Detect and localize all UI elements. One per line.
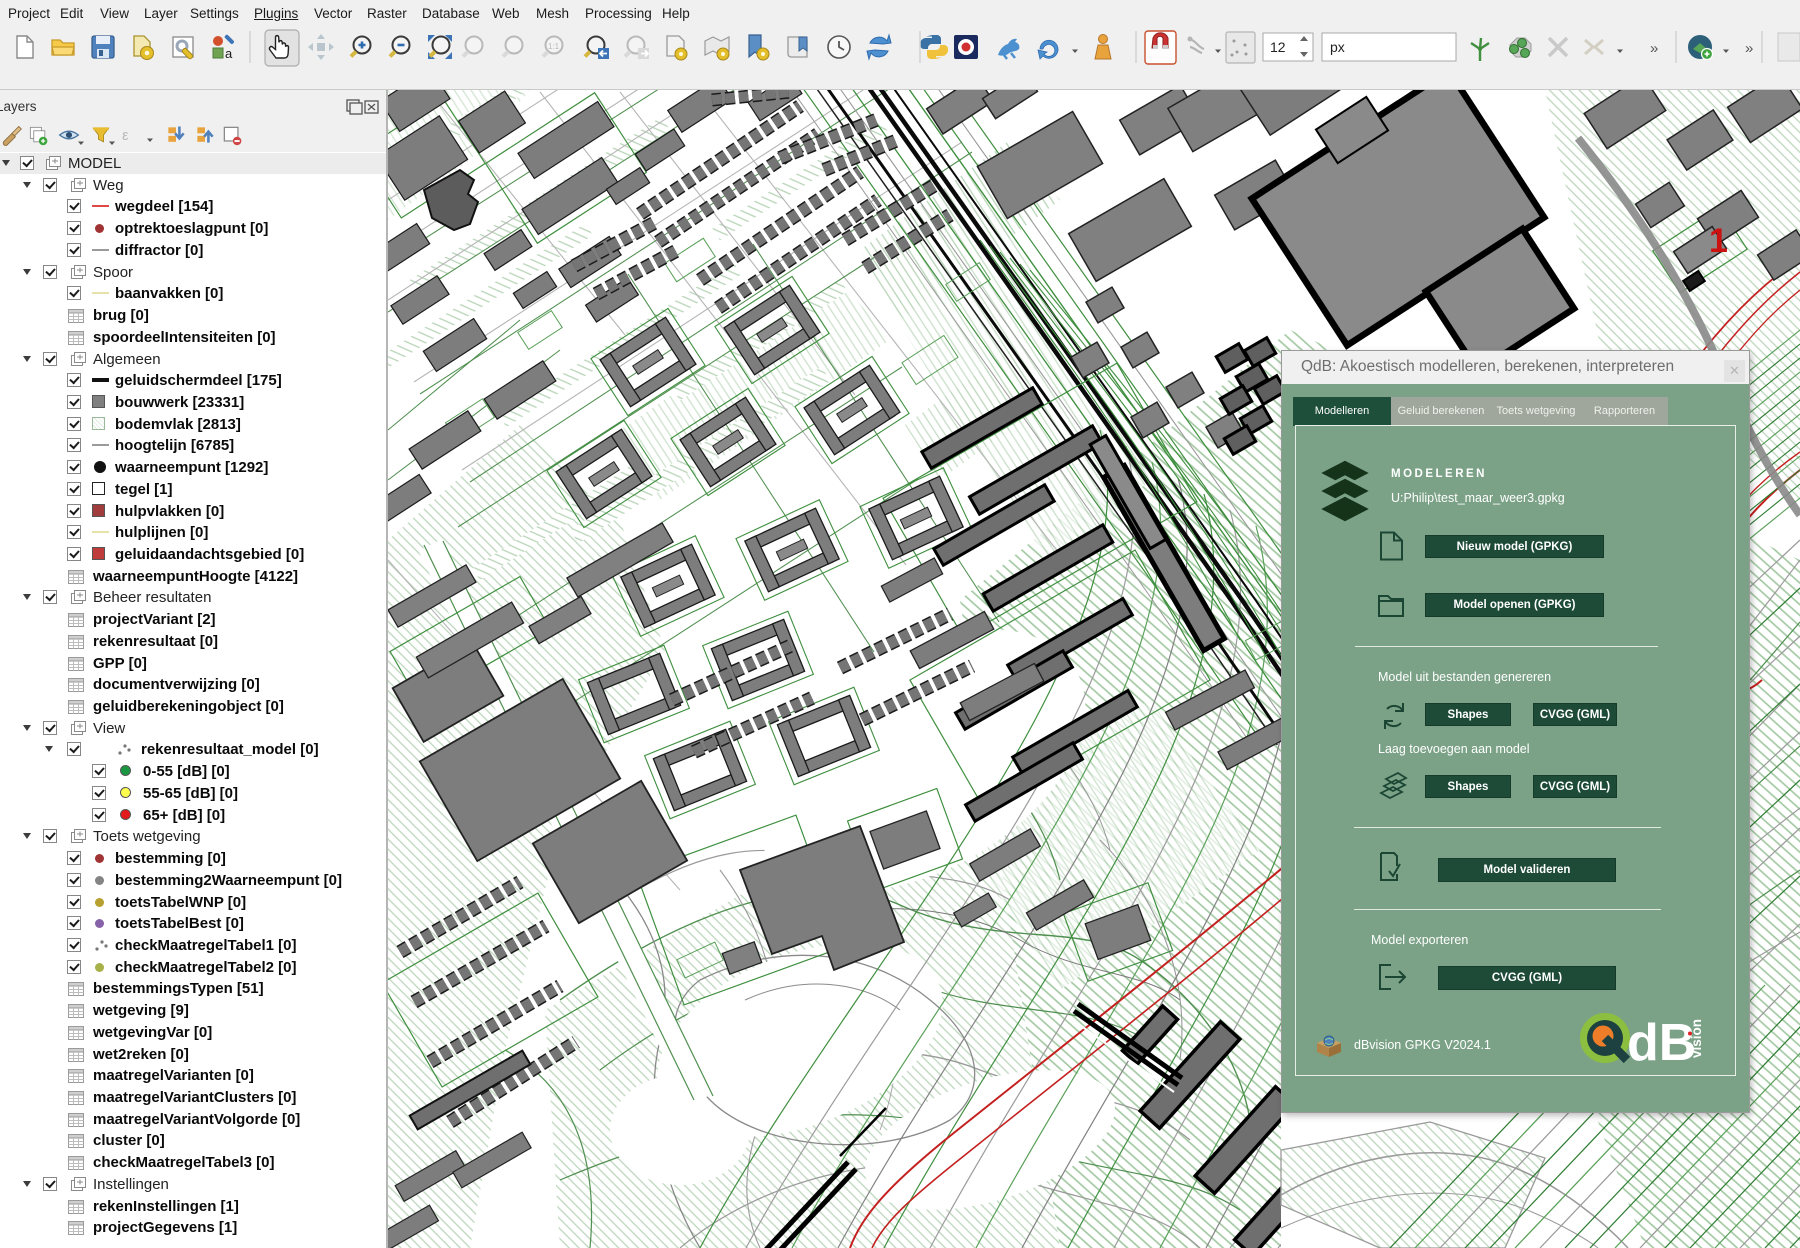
svg-text:»: »: [1745, 40, 1753, 57]
svg-text:px: px: [1330, 39, 1345, 55]
svg-text:1:1: 1:1: [548, 42, 560, 51]
svg-text:»: »: [1650, 40, 1658, 57]
svg-text:12: 12: [1270, 39, 1286, 55]
svg-text:vision: vision: [1689, 1019, 1704, 1058]
svg-text:ε: ε: [122, 128, 129, 144]
svg-text:dB: dB: [1627, 1014, 1696, 1068]
svg-text:a: a: [225, 46, 233, 61]
svg-text:1: 1: [1709, 222, 1728, 260]
